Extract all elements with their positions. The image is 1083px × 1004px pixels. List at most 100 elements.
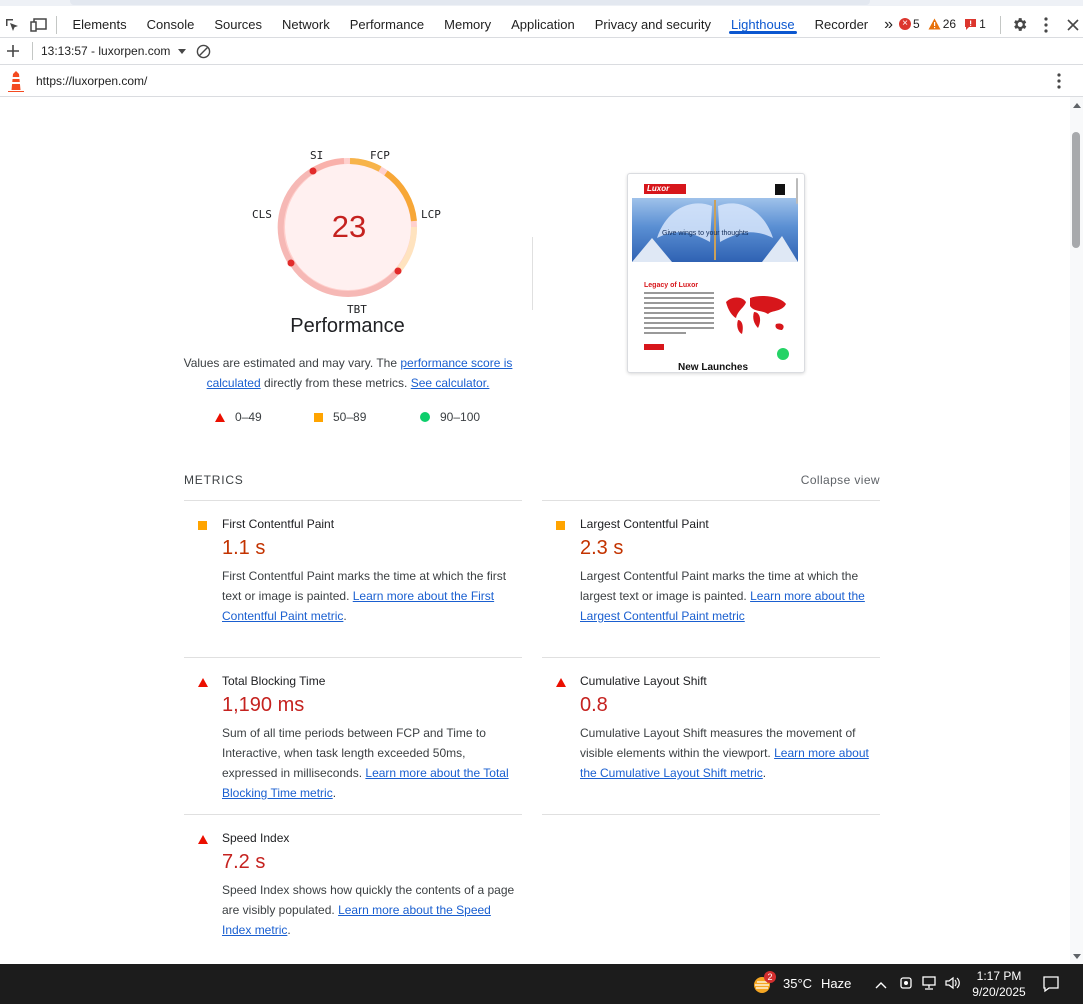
metric-cumulative-layout-shift: Cumulative Layout Shift 0.8 Cumulative L… bbox=[542, 657, 880, 783]
section-divider bbox=[532, 237, 533, 310]
device-toolbar-icon[interactable] bbox=[29, 14, 50, 36]
close-devtools-icon[interactable] bbox=[1062, 14, 1083, 36]
collapse-view-toggle[interactable]: Collapse view bbox=[801, 473, 880, 487]
message-count[interactable]: 1 bbox=[964, 17, 986, 31]
thumbnail-body-text bbox=[644, 292, 714, 337]
final-screenshot-thumbnail[interactable]: Luxor Give wings to your thoughts Legacy… bbox=[627, 173, 805, 373]
weather-icon[interactable]: 2 bbox=[752, 971, 776, 995]
thumbnail-scrollbar bbox=[796, 178, 798, 204]
metric-description: Speed Index shows how quickly the conten… bbox=[222, 880, 522, 940]
devtools-window: Elements Console Sources Network Perform… bbox=[0, 0, 1083, 1004]
see-calculator-link[interactable]: See calculator. bbox=[411, 376, 490, 390]
meet-now-icon[interactable] bbox=[899, 975, 913, 994]
show-hidden-icons-chevron-icon[interactable] bbox=[875, 977, 887, 992]
scroll-down-arrow-icon[interactable] bbox=[1073, 954, 1081, 959]
score-description: Values are estimated and may vary. The p… bbox=[182, 353, 514, 393]
message-count-value: 1 bbox=[979, 16, 986, 31]
clear-reports-icon[interactable] bbox=[192, 40, 214, 62]
metric-desc-end: . bbox=[343, 609, 347, 623]
thumbnail-hero: Give wings to your thoughts bbox=[632, 198, 798, 262]
metric-value: 2.3 s bbox=[580, 537, 624, 559]
average-square-icon bbox=[314, 412, 323, 422]
metric-description: Sum of all time periods between FCP and … bbox=[222, 723, 522, 803]
metric-description: First Contentful Paint marks the time at… bbox=[222, 566, 522, 626]
metric-total-blocking-time: Total Blocking Time 1,190 ms Sum of all … bbox=[184, 657, 522, 803]
report-selector[interactable]: 13:13:57 - luxorpen.com bbox=[41, 44, 187, 58]
metric-name: Cumulative Layout Shift bbox=[580, 674, 707, 688]
weather-condition[interactable]: Haze bbox=[821, 976, 851, 991]
error-count[interactable]: × 5 bbox=[899, 17, 920, 31]
metric-desc-end: . bbox=[332, 786, 337, 800]
tab-lighthouse[interactable]: Lighthouse bbox=[721, 0, 805, 38]
fail-triangle-icon bbox=[198, 678, 208, 687]
toolbar-divider bbox=[32, 42, 33, 60]
volume-icon[interactable] bbox=[944, 976, 962, 993]
metric-value: 7.2 s bbox=[222, 851, 266, 873]
new-report-plus-icon[interactable] bbox=[2, 40, 24, 62]
notifications-icon[interactable] bbox=[1042, 975, 1060, 996]
warning-icon bbox=[928, 18, 941, 29]
toolbar-divider bbox=[999, 15, 1001, 34]
gauge-label-si[interactable]: SI bbox=[310, 149, 323, 162]
legend-fail-label: 0–49 bbox=[235, 410, 262, 424]
warning-count-value: 26 bbox=[942, 16, 957, 31]
legend-pass: 90–100 bbox=[420, 410, 480, 424]
report-url[interactable]: https://luxorpen.com/ bbox=[36, 74, 147, 88]
category-title: Performance bbox=[290, 315, 405, 337]
performance-gauge: SI FCP LCP TBT CLS 23 bbox=[240, 147, 460, 317]
thumbnail-button bbox=[644, 344, 664, 350]
more-options-icon[interactable] bbox=[1035, 14, 1056, 36]
taskbar-clock[interactable]: 1:17 PM 9/20/2025 bbox=[966, 968, 1032, 1000]
pass-circle-icon bbox=[420, 412, 430, 422]
scroll-up-arrow-icon[interactable] bbox=[1073, 103, 1081, 108]
report-selector-label: 13:13:57 - luxorpen.com bbox=[41, 44, 171, 58]
fail-triangle-icon bbox=[198, 835, 208, 844]
report-url-bar: https://luxorpen.com/ bbox=[0, 65, 1083, 97]
thumbnail-hero-text: Give wings to your thoughts bbox=[662, 230, 749, 237]
report-menu-icon[interactable] bbox=[1057, 73, 1061, 92]
clock-time: 1:17 PM bbox=[976, 969, 1022, 983]
legend-pass-label: 90–100 bbox=[440, 410, 481, 424]
metric-name: Total Blocking Time bbox=[222, 674, 326, 688]
metric-largest-contentful-paint: Largest Contentful Paint 2.3 s Largest C… bbox=[542, 500, 880, 626]
thumbnail-section-title: Legacy of Luxor bbox=[644, 282, 699, 289]
performance-score: 23 bbox=[331, 209, 367, 244]
devtools-tab-bar: Elements Console Sources Network Perform… bbox=[0, 0, 1083, 38]
legend-fail: 0–49 bbox=[215, 410, 262, 424]
metric-speed-index: Speed Index 7.2 s Speed Index shows how … bbox=[184, 814, 522, 940]
metric-desc-end: . bbox=[762, 766, 767, 780]
warning-count[interactable]: 26 bbox=[928, 17, 956, 31]
desc-text: directly from these metrics. bbox=[260, 376, 411, 390]
error-count-value: 5 bbox=[913, 16, 920, 31]
metric-value: 1,190 ms bbox=[222, 694, 305, 716]
toolbar-divider bbox=[55, 15, 57, 34]
metric-name: Speed Index bbox=[222, 831, 290, 845]
metric-desc-end: . bbox=[287, 923, 291, 937]
desc-text: Values are estimated and may vary. The bbox=[183, 356, 401, 370]
metric-description: Largest Contentful Paint marks the time … bbox=[580, 566, 880, 626]
window-top-strip bbox=[0, 0, 1083, 6]
settings-gear-icon[interactable] bbox=[1009, 14, 1030, 36]
thumbnail-world-map bbox=[726, 296, 786, 334]
metric-description: Cumulative Layout Shift measures the mov… bbox=[580, 723, 880, 783]
network-icon[interactable] bbox=[921, 976, 937, 993]
metrics-title: METRICS bbox=[184, 473, 244, 487]
gauge-label-lcp[interactable]: LCP bbox=[421, 208, 441, 221]
gauge-label-fcp[interactable]: FCP bbox=[370, 149, 390, 162]
metric-value: 0.8 bbox=[580, 694, 608, 716]
gauge-label-cls[interactable]: CLS bbox=[252, 208, 272, 221]
thumbnail-menu-icon bbox=[775, 184, 785, 195]
metric-name: First Contentful Paint bbox=[222, 517, 335, 531]
lighthouse-report: SI FCP LCP TBT CLS 23 Performance Values… bbox=[0, 97, 1070, 964]
fail-triangle-icon bbox=[556, 678, 566, 687]
weather-temperature[interactable]: 35°C bbox=[783, 976, 812, 991]
chevron-down-icon bbox=[178, 48, 187, 54]
metric-first-contentful-paint: First Contentful Paint 1.1 s First Conte… bbox=[184, 500, 522, 626]
clock-date: 9/20/2025 bbox=[972, 985, 1026, 999]
average-square-icon bbox=[556, 521, 565, 530]
scrollbar-thumb[interactable] bbox=[1072, 132, 1080, 248]
metrics-header: METRICS Collapse view bbox=[184, 473, 880, 487]
inspect-element-icon[interactable] bbox=[2, 14, 23, 36]
metric-value: 1.1 s bbox=[222, 537, 266, 559]
issues-counter[interactable]: × 5 26 1 bbox=[899, 17, 986, 31]
